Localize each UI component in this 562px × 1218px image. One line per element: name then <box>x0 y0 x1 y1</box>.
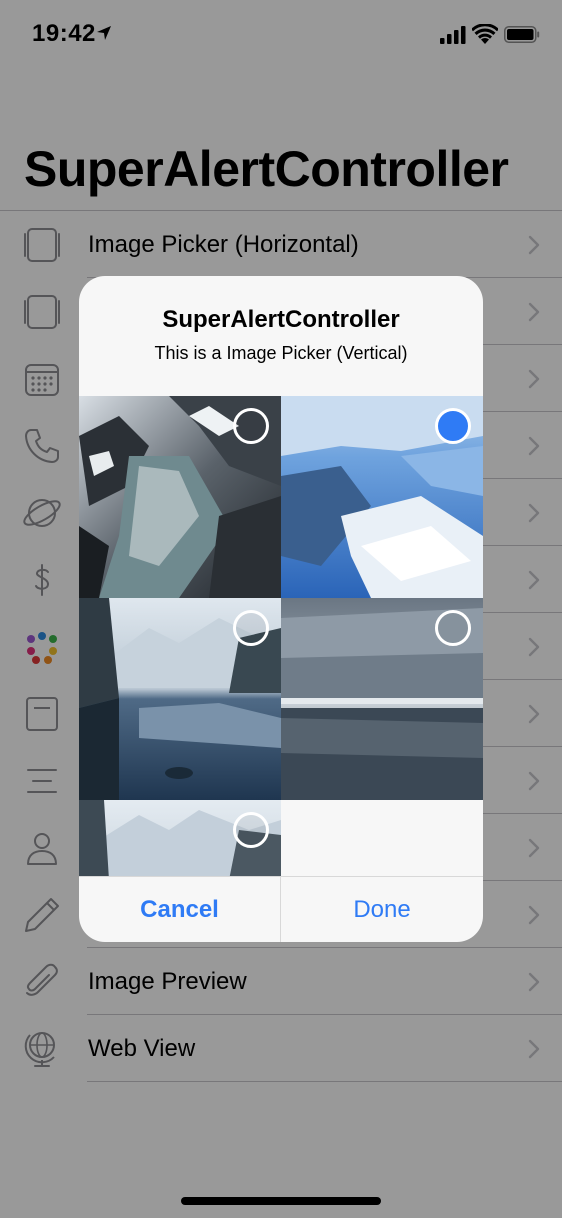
image-cell[interactable] <box>281 598 483 800</box>
image-cell[interactable] <box>79 598 281 800</box>
cancel-button[interactable]: Cancel <box>79 877 281 942</box>
alert-title: SuperAlertController <box>162 306 400 333</box>
select-circle[interactable] <box>233 610 269 646</box>
select-circle[interactable] <box>233 408 269 444</box>
select-circle[interactable] <box>233 812 269 848</box>
screen: 19:42 SuperAlertController Image Picker … <box>0 0 562 1218</box>
image-cell[interactable] <box>79 396 281 598</box>
image-cell[interactable] <box>79 800 281 876</box>
select-circle[interactable] <box>435 610 471 646</box>
image-grid[interactable] <box>79 396 483 876</box>
done-button[interactable]: Done <box>281 877 483 942</box>
alert-actions: Cancel Done <box>79 876 483 942</box>
image-cell-selected[interactable] <box>281 396 483 598</box>
alert-message: This is a Image Picker (Vertical) <box>154 343 408 363</box>
image-picker-alert: SuperAlertController This is a Image Pic… <box>79 276 483 942</box>
select-circle-checked[interactable] <box>435 408 471 444</box>
